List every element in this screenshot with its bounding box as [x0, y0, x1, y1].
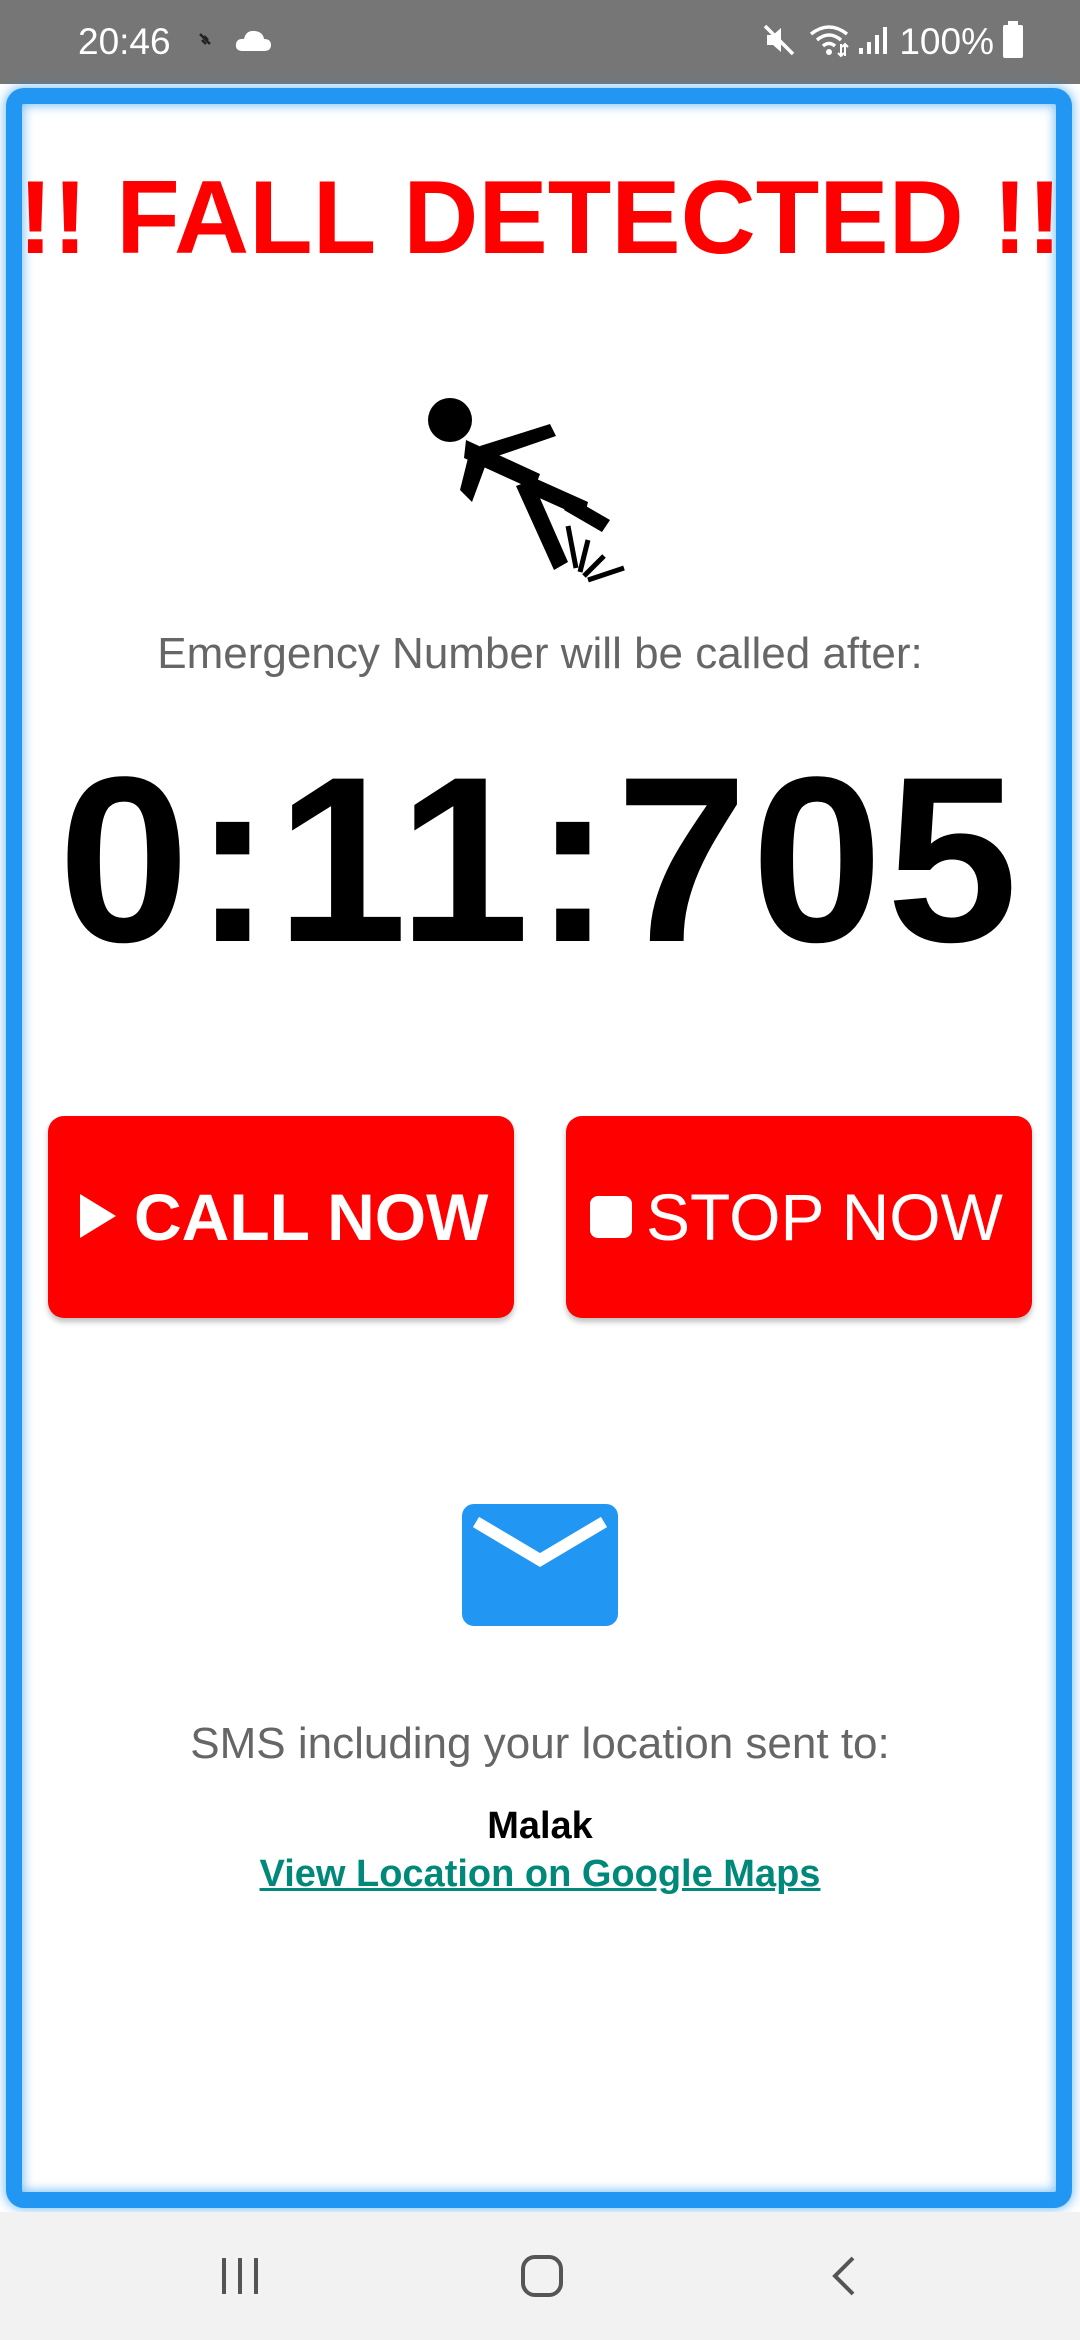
contact-name: Malak: [487, 1805, 593, 1847]
falling-person-icon: [420, 390, 640, 590]
mail-icon: [462, 1504, 618, 1626]
wifi-icon: [807, 22, 851, 63]
status-bar: 20:46 100%: [0, 0, 1080, 84]
signal-icon: [857, 24, 889, 61]
stop-now-label: STOP NOW: [646, 1180, 1003, 1254]
status-right: 100%: [761, 18, 1024, 66]
back-icon[interactable]: [804, 2244, 884, 2308]
countdown-timer: 0:11:705: [58, 728, 1022, 992]
antenna-icon: [196, 30, 216, 55]
sms-sent-label: SMS including your location sent to:: [190, 1719, 890, 1768]
battery-percentage: 100%: [899, 21, 994, 62]
call-countdown-label: Emergency Number will be called after:: [157, 629, 923, 678]
mute-icon: [761, 22, 797, 63]
battery-icon: [1002, 20, 1024, 64]
stop-now-button[interactable]: STOP NOW: [566, 1116, 1032, 1318]
alert-title: !! FALL DETECTED !!: [18, 160, 1062, 276]
view-location-link[interactable]: View Location on Google Maps: [0, 1850, 1080, 1898]
call-now-label: CALL NOW: [134, 1180, 489, 1254]
status-time: 20:46: [78, 21, 171, 62]
status-left-icons: [196, 22, 272, 62]
stop-icon: [588, 1179, 634, 1255]
navigation-bar: [0, 2212, 1080, 2340]
recent-apps-icon[interactable]: [200, 2244, 280, 2308]
play-icon: [78, 1179, 118, 1255]
call-now-button[interactable]: CALL NOW: [48, 1116, 514, 1318]
home-icon[interactable]: [502, 2244, 582, 2308]
cloud-icon: [234, 27, 272, 58]
